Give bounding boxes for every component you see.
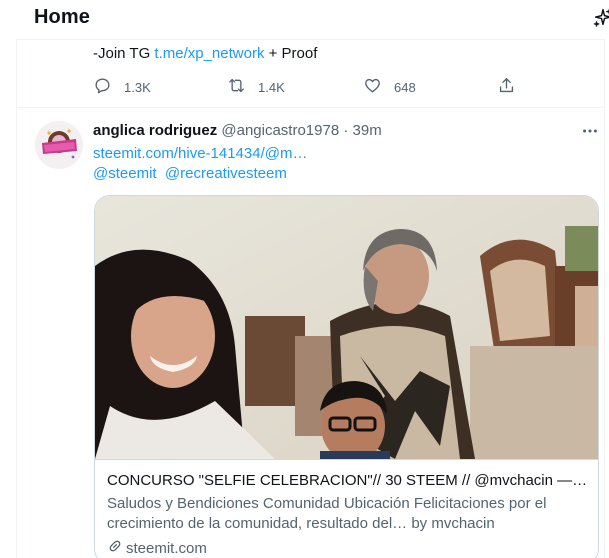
tweet-actions: 1.3K 1.4K 648 <box>93 77 533 97</box>
tweet[interactable]: anglica rodriguez @angicastro1978 · 39m … <box>16 109 605 558</box>
retweet-icon <box>227 76 246 98</box>
card-description: Saludos y Bendiciones Comunidad Ubicació… <box>107 495 547 532</box>
retweet-button[interactable]: 1.4K <box>227 77 285 97</box>
share-button[interactable] <box>497 77 516 97</box>
share-icon <box>497 76 516 98</box>
display-name[interactable]: anglica rodriguez <box>93 122 217 139</box>
tweet-header: anglica rodriguez @angicastro1978 · 39m <box>93 122 382 139</box>
tweet-text-prefix: -Join TG <box>93 45 155 62</box>
like-count: 648 <box>394 79 416 95</box>
tweet-link[interactable]: steemit.com/hive-141434/@m… <box>93 145 307 162</box>
page-title: Home <box>34 6 90 28</box>
mention-steemit[interactable]: @steemit <box>93 165 157 182</box>
heart-icon <box>363 76 382 98</box>
link-preview-card[interactable]: CONCURSO "SELFIE CELEBRACION"// 30 STEEM… <box>94 195 599 558</box>
avatar[interactable] <box>35 121 83 169</box>
sparkle-icon[interactable] <box>588 3 609 33</box>
tweet[interactable]: -Join TG t.me/xp_network + Proof 1.3K 1.… <box>16 40 605 108</box>
card-domain-text: steemit.com <box>126 539 207 557</box>
timeline-header: Home <box>16 0 609 40</box>
telegram-link[interactable]: t.me/xp_network <box>154 45 264 62</box>
more-options-icon[interactable] <box>580 121 600 141</box>
card-image <box>95 196 598 462</box>
like-button[interactable]: 648 <box>363 77 416 97</box>
retweet-count: 1.4K <box>258 79 285 95</box>
tweet-text: -Join TG t.me/xp_network + Proof <box>93 45 317 62</box>
reply-icon <box>93 76 112 98</box>
reply-count: 1.3K <box>124 79 151 95</box>
separator-dot: · <box>339 122 353 139</box>
link-icon <box>107 538 126 558</box>
user-handle[interactable]: @angicastro1978 <box>221 122 339 139</box>
card-title: CONCURSO "SELFIE CELEBRACION"// 30 STEEM… <box>107 472 588 489</box>
tweet-mentions: @steemit @recreativesteem <box>93 165 287 182</box>
card-domain: steemit.com <box>107 538 588 558</box>
card-body: CONCURSO "SELFIE CELEBRACION"// 30 STEEM… <box>95 459 598 558</box>
tweet-text-suffix: + Proof <box>264 45 318 62</box>
reply-button[interactable]: 1.3K <box>93 77 151 97</box>
tweet-time[interactable]: 39m <box>353 122 382 139</box>
mention-recreativesteem[interactable]: @recreativesteem <box>165 165 287 182</box>
